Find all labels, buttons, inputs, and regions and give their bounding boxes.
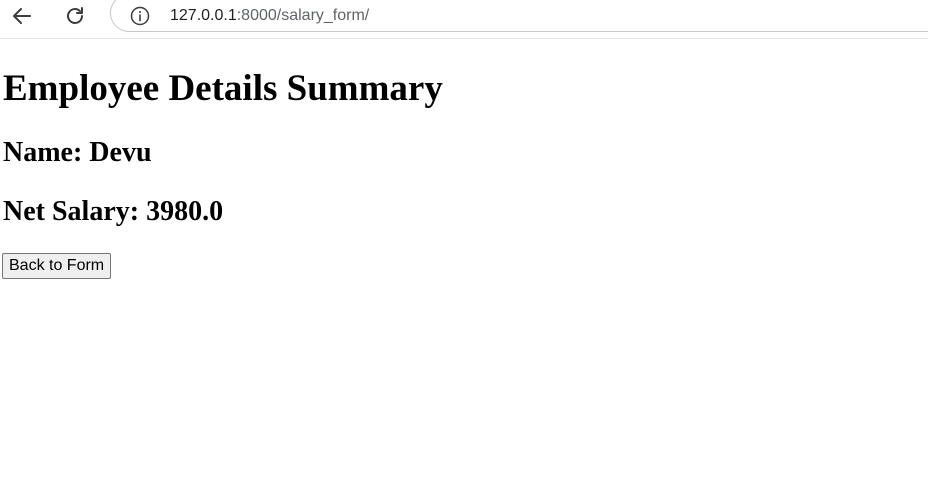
- url-host: 127.0.0.1: [170, 7, 237, 24]
- page-content: Employee Details Summary Name: Devu Net …: [0, 39, 928, 490]
- browser-toolbar: 127.0.0.1:8000/salary_form/: [0, 0, 928, 39]
- employee-name: Name: Devu: [3, 137, 152, 168]
- page-title: Employee Details Summary: [3, 68, 443, 109]
- back-button[interactable]: [8, 4, 36, 28]
- reload-icon: [67, 7, 83, 24]
- url-text[interactable]: 127.0.0.1:8000/salary_form/: [170, 6, 369, 26]
- reload-button[interactable]: [61, 4, 89, 28]
- arrow-left-icon: [13, 8, 31, 24]
- url-path: :8000/salary_form/: [236, 7, 370, 24]
- net-salary: Net Salary: 3980.0: [3, 196, 224, 227]
- info-icon[interactable]: [130, 6, 150, 26]
- back-to-form-button[interactable]: Back to Form: [2, 253, 112, 279]
